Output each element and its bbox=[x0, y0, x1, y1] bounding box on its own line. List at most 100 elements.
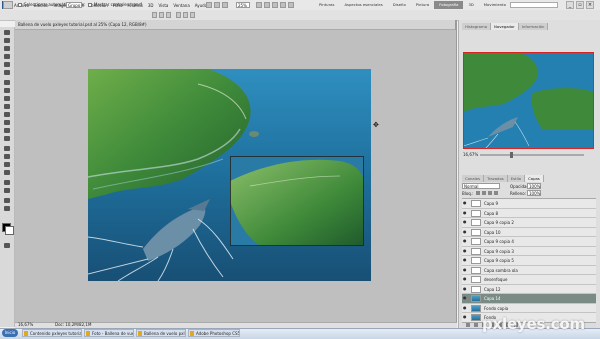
path-selection-tool-icon[interactable] bbox=[2, 161, 12, 168]
lasso-tool-icon[interactable] bbox=[2, 45, 12, 52]
menu-3d[interactable]: 3D bbox=[148, 3, 154, 8]
tab-info[interactable]: Información bbox=[518, 23, 549, 30]
clone-stamp-tool-icon[interactable] bbox=[2, 95, 12, 102]
gradient-tool-icon[interactable] bbox=[2, 119, 12, 126]
history-brush-tool-icon[interactable] bbox=[2, 103, 12, 110]
blur-tool-icon[interactable] bbox=[2, 127, 12, 134]
menu-vista[interactable]: Vista bbox=[158, 3, 168, 8]
start-button[interactable]: Inicio bbox=[2, 329, 18, 337]
align-right-icon[interactable] bbox=[190, 12, 195, 18]
3d-rotate-tool-icon[interactable] bbox=[2, 179, 12, 186]
align-top-icon[interactable] bbox=[152, 12, 157, 18]
tab-paths[interactable]: Trazados bbox=[484, 175, 508, 182]
taskbar-item-photoshop[interactable]: Adobe Photoshop CS5 bbox=[188, 329, 240, 337]
layer-style-icon[interactable] bbox=[474, 323, 478, 327]
tab-layers[interactable]: Capas bbox=[525, 175, 544, 182]
workspace-movimiento[interactable]: Movimiento bbox=[479, 1, 511, 9]
type-tool-icon[interactable] bbox=[2, 153, 12, 160]
arrange-documents-icon[interactable] bbox=[280, 2, 286, 8]
layer-row[interactable]: ● desenfoque bbox=[462, 275, 596, 285]
healing-brush-tool-icon[interactable] bbox=[2, 79, 12, 86]
hand-tool-icon[interactable] bbox=[256, 2, 262, 8]
layer-row[interactable]: ● Capa 10 bbox=[462, 228, 596, 237]
layer-row[interactable]: ● Fondo copia bbox=[462, 304, 596, 313]
show-transform-checkbox[interactable] bbox=[88, 3, 92, 7]
visibility-eye-icon[interactable]: ● bbox=[463, 239, 468, 243]
lock-position-icon[interactable] bbox=[488, 191, 492, 195]
layer-row[interactable]: ● Capa 9 copia 2 bbox=[462, 218, 596, 228]
dodge-tool-icon[interactable] bbox=[2, 135, 12, 142]
move-tool-preset-icon[interactable] bbox=[3, 1, 13, 9]
blend-mode-dropdown[interactable]: Normal bbox=[462, 183, 500, 189]
layer-row[interactable]: ● Capa sombra ola bbox=[462, 266, 596, 275]
visibility-eye-icon[interactable]: ● bbox=[463, 277, 468, 281]
visibility-eye-icon[interactable]: ● bbox=[463, 210, 468, 215]
align-bottom-icon[interactable] bbox=[166, 12, 171, 18]
screen-mode-icon[interactable] bbox=[288, 2, 294, 8]
workspace-pintura[interactable]: Pintura bbox=[411, 1, 434, 9]
visibility-eye-icon[interactable]: ● bbox=[463, 220, 468, 224]
visibility-eye-icon[interactable]: ● bbox=[463, 248, 468, 253]
crop-tool-icon[interactable] bbox=[2, 61, 12, 68]
zoom-tool-icon[interactable] bbox=[2, 205, 12, 212]
zoom-level-select[interactable]: 25% bbox=[236, 2, 250, 8]
visibility-eye-icon[interactable]: ● bbox=[463, 305, 468, 310]
tab-styles[interactable]: Estilo bbox=[507, 175, 526, 182]
link-layers-icon[interactable] bbox=[466, 323, 470, 327]
visibility-eye-icon[interactable]: ● bbox=[463, 296, 468, 300]
taskbar-item-explorer[interactable]: Contenido pxleyes tutorial bbox=[22, 329, 82, 337]
taskbar-item-viewer[interactable]: Foto - Ballena de vuelo bbox=[84, 329, 134, 337]
mini-bridge-icon[interactable] bbox=[214, 2, 220, 8]
eraser-tool-icon[interactable] bbox=[2, 111, 12, 118]
layer-row[interactable]: ● Capa 14 bbox=[462, 294, 596, 304]
workspace-fotografia[interactable]: Fotografía bbox=[434, 1, 464, 9]
navigator-preview[interactable] bbox=[463, 52, 594, 149]
restore-button[interactable]: ▫ bbox=[576, 1, 584, 9]
layer-row[interactable]: ● Capa 9 copia 4 bbox=[462, 237, 596, 247]
taskbar-item-document[interactable]: Ballena de vuelo pxl... bbox=[136, 329, 186, 337]
hand-tool-icon[interactable] bbox=[2, 197, 12, 204]
visibility-eye-icon[interactable]: ● bbox=[463, 286, 468, 291]
navigator-zoom-value[interactable]: 16,67% bbox=[463, 152, 478, 157]
navigator-zoom-slider[interactable] bbox=[480, 154, 584, 156]
quick-selection-tool-icon[interactable] bbox=[2, 53, 12, 60]
lock-pixels-icon[interactable] bbox=[482, 191, 486, 195]
tab-channels[interactable]: Canales bbox=[462, 175, 485, 182]
opacity-input[interactable]: 100% bbox=[527, 183, 541, 189]
auto-select-checkbox[interactable] bbox=[18, 3, 22, 7]
lock-all-icon[interactable] bbox=[494, 191, 498, 195]
workspace-diseno[interactable]: Diseño bbox=[388, 1, 411, 9]
quick-mask-icon[interactable] bbox=[2, 242, 12, 249]
workspace-3d[interactable]: 3D bbox=[463, 1, 478, 9]
layer-row[interactable]: ● Capa 12 bbox=[462, 285, 596, 294]
zoom-tool-icon[interactable] bbox=[264, 2, 270, 8]
workspace-pinturas[interactable]: Pinturas bbox=[314, 1, 339, 9]
layer-row[interactable]: ● Capa 9 copia 3 bbox=[462, 247, 596, 256]
align-center-icon[interactable] bbox=[183, 12, 188, 18]
navigator-zoom-slider-handle[interactable] bbox=[510, 152, 513, 158]
visibility-eye-icon[interactable]: ● bbox=[463, 201, 468, 205]
layer-row[interactable]: ● Capa 9 bbox=[462, 199, 596, 209]
menu-ventana[interactable]: Ventana bbox=[173, 3, 189, 8]
shape-tool-icon[interactable] bbox=[2, 169, 12, 176]
visibility-eye-icon[interactable]: ● bbox=[463, 258, 468, 262]
align-left-icon[interactable] bbox=[176, 12, 181, 18]
tab-navigator[interactable]: Navegador bbox=[491, 23, 519, 30]
view-extras-icon[interactable] bbox=[222, 2, 228, 8]
move-tool-icon[interactable] bbox=[2, 29, 12, 36]
workspace-esenciales[interactable]: Aspectos esenciales bbox=[339, 1, 387, 9]
close-button[interactable]: × bbox=[586, 1, 594, 9]
tab-histogram[interactable]: Histograma bbox=[462, 23, 492, 30]
minimize-button[interactable]: _ bbox=[566, 1, 574, 9]
visibility-eye-icon[interactable]: ● bbox=[463, 229, 468, 234]
align-middle-icon[interactable] bbox=[159, 12, 164, 18]
layer-row[interactable]: ● Capa 8 bbox=[462, 209, 596, 218]
bridge-icon[interactable] bbox=[206, 2, 212, 8]
transformed-layer-image[interactable] bbox=[230, 156, 364, 246]
visibility-eye-icon[interactable]: ● bbox=[463, 267, 468, 272]
background-color-swatch[interactable] bbox=[5, 226, 14, 235]
brush-tool-icon[interactable] bbox=[2, 87, 12, 94]
marquee-tool-icon[interactable] bbox=[2, 37, 12, 44]
visibility-eye-icon[interactable]: ● bbox=[463, 315, 468, 319]
rotate-view-icon[interactable] bbox=[272, 2, 278, 8]
